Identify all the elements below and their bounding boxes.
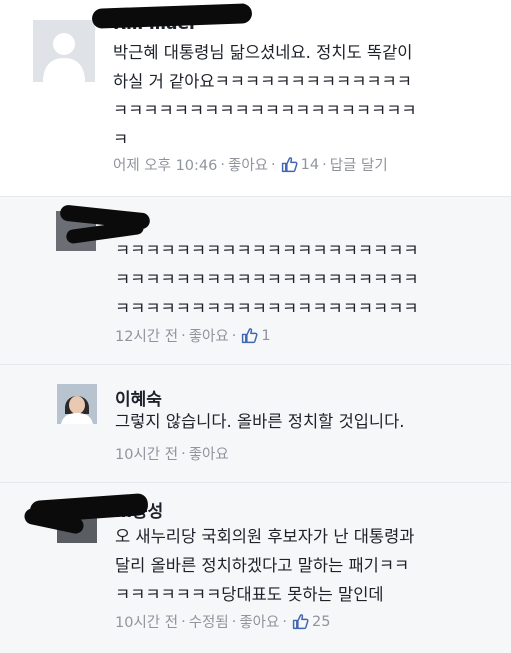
comment-meta: 12시간 전 · 좋아요 · 1 (115, 325, 271, 346)
comment-line: 오 새누리당 국회의원 후보자가 난 대통령과 (115, 527, 415, 546)
reply-3: …동성 오 새누리당 국회의원 후보자가 난 대통령과 달리 올바른 정치하겠다… (0, 482, 511, 653)
thumbs-up-icon[interactable] (292, 613, 309, 630)
default-profile-icon[interactable] (33, 20, 95, 82)
separator: · (322, 156, 327, 173)
separator: · (231, 613, 237, 630)
reply-2: 이혜숙 그렇지 않습니다. 올바른 정치할 것입니다. 10시간 전 · 좋아요 (0, 364, 511, 482)
comment-line: ㅋㅋㅋㅋㅋㅋㅋ당대표도 못하는 말인데 (115, 585, 384, 604)
edited-label[interactable]: 수정됨 (189, 611, 229, 632)
comment-line: ㅋㅋㅋㅋㅋㅋㅋㅋㅋㅋㅋㅋㅋㅋㅋㅋㅋㅋㅋㅋ (113, 101, 417, 120)
comment-body: ㅋㅋㅋㅋㅋㅋㅋㅋㅋㅋㅋㅋㅋㅋㅋㅋㅋㅋㅋㅋ ㅋㅋㅋㅋㅋㅋㅋㅋㅋㅋㅋㅋㅋㅋㅋㅋㅋㅋㅋ… (115, 236, 419, 323)
separator: · (220, 156, 225, 173)
separator: · (181, 327, 186, 344)
timestamp[interactable]: 12시간 전 (115, 325, 178, 346)
thumbs-up-icon[interactable] (241, 327, 258, 344)
comment-body: 그렇지 않습니다. 올바른 정치할 것입니다. (115, 407, 405, 436)
profile-avatar[interactable] (57, 384, 97, 424)
like-link[interactable]: 좋아요 (239, 611, 279, 632)
separator: · (181, 613, 186, 630)
thumbs-up-icon[interactable] (281, 156, 298, 173)
like-link[interactable]: 좋아요 (189, 325, 229, 346)
separator: · (282, 613, 287, 630)
like-count[interactable]: 25 (312, 614, 330, 630)
comment-line: ㅋㅋㅋㅋㅋㅋㅋㅋㅋㅋㅋㅋㅋㅋㅋㅋㅋㅋㅋㅋ (115, 241, 419, 260)
comment-line: 하실 거 같아요ㅋㅋㅋㅋㅋㅋㅋㅋㅋㅋㅋㅋㅋ (113, 72, 412, 91)
name-redaction (91, 3, 253, 29)
like-count[interactable]: 1 (261, 328, 270, 344)
comment-body: 오 새누리당 국회의원 후보자가 난 대통령과 달리 올바른 정치하겠다고 말하… (115, 522, 414, 609)
separator: · (181, 445, 186, 462)
comment-meta: 10시간 전 · 수정됨 · 좋아요 · 25 (115, 611, 330, 632)
timestamp[interactable]: 10시간 전 (115, 611, 178, 632)
comment-line: ㅋㅋㅋㅋㅋㅋㅋㅋㅋㅋㅋㅋㅋㅋㅋㅋㅋㅋㅋㅋ (115, 299, 419, 318)
comment-1: R… …ael 박근혜 대통령님 닮으셨네요. 정치도 똑같이 하실 거 같아요… (0, 0, 511, 195)
comment-meta: 10시간 전 · 좋아요 (115, 443, 229, 464)
comment-line: 달리 올바른 정치하겠다고 말하는 패기ㅋㅋ (115, 556, 410, 575)
reply-link[interactable]: 답글 달기 (330, 154, 388, 175)
like-count[interactable]: 14 (301, 157, 319, 173)
timestamp[interactable]: 어제 오후 10:46 (113, 154, 217, 175)
comment-line: ㅋ (113, 130, 129, 149)
comment-body: 박근혜 대통령님 닮으셨네요. 정치도 똑같이 하실 거 같아요ㅋㅋㅋㅋㅋㅋㅋㅋ… (113, 38, 417, 154)
like-link[interactable]: 좋아요 (228, 154, 268, 175)
separator: · (231, 327, 237, 344)
comment-line: 그렇지 않습니다. 올바른 정치할 것입니다. (115, 412, 405, 431)
comment-line: ㅋㅋㅋㅋㅋㅋㅋㅋㅋㅋㅋㅋㅋㅋㅋㅋㅋㅋㅋㅋ (115, 270, 419, 289)
timestamp[interactable]: 10시간 전 (115, 443, 178, 464)
comment-line: 박근혜 대통령님 닮으셨네요. 정치도 똑같이 (113, 43, 413, 62)
comment-thread: R… …ael 박근혜 대통령님 닮으셨네요. 정치도 똑같이 하실 거 같아요… (0, 0, 511, 653)
comment-meta: 어제 오후 10:46 · 좋아요 · 14 · 답글 달기 (113, 154, 388, 175)
like-link[interactable]: 좋아요 (189, 443, 229, 464)
reply-1: ㅋㅋㅋㅋㅋㅋㅋㅋㅋㅋㅋㅋㅋㅋㅋㅋㅋㅋㅋㅋ ㅋㅋㅋㅋㅋㅋㅋㅋㅋㅋㅋㅋㅋㅋㅋㅋㅋㅋㅋ… (0, 196, 511, 364)
separator: · (271, 156, 276, 173)
